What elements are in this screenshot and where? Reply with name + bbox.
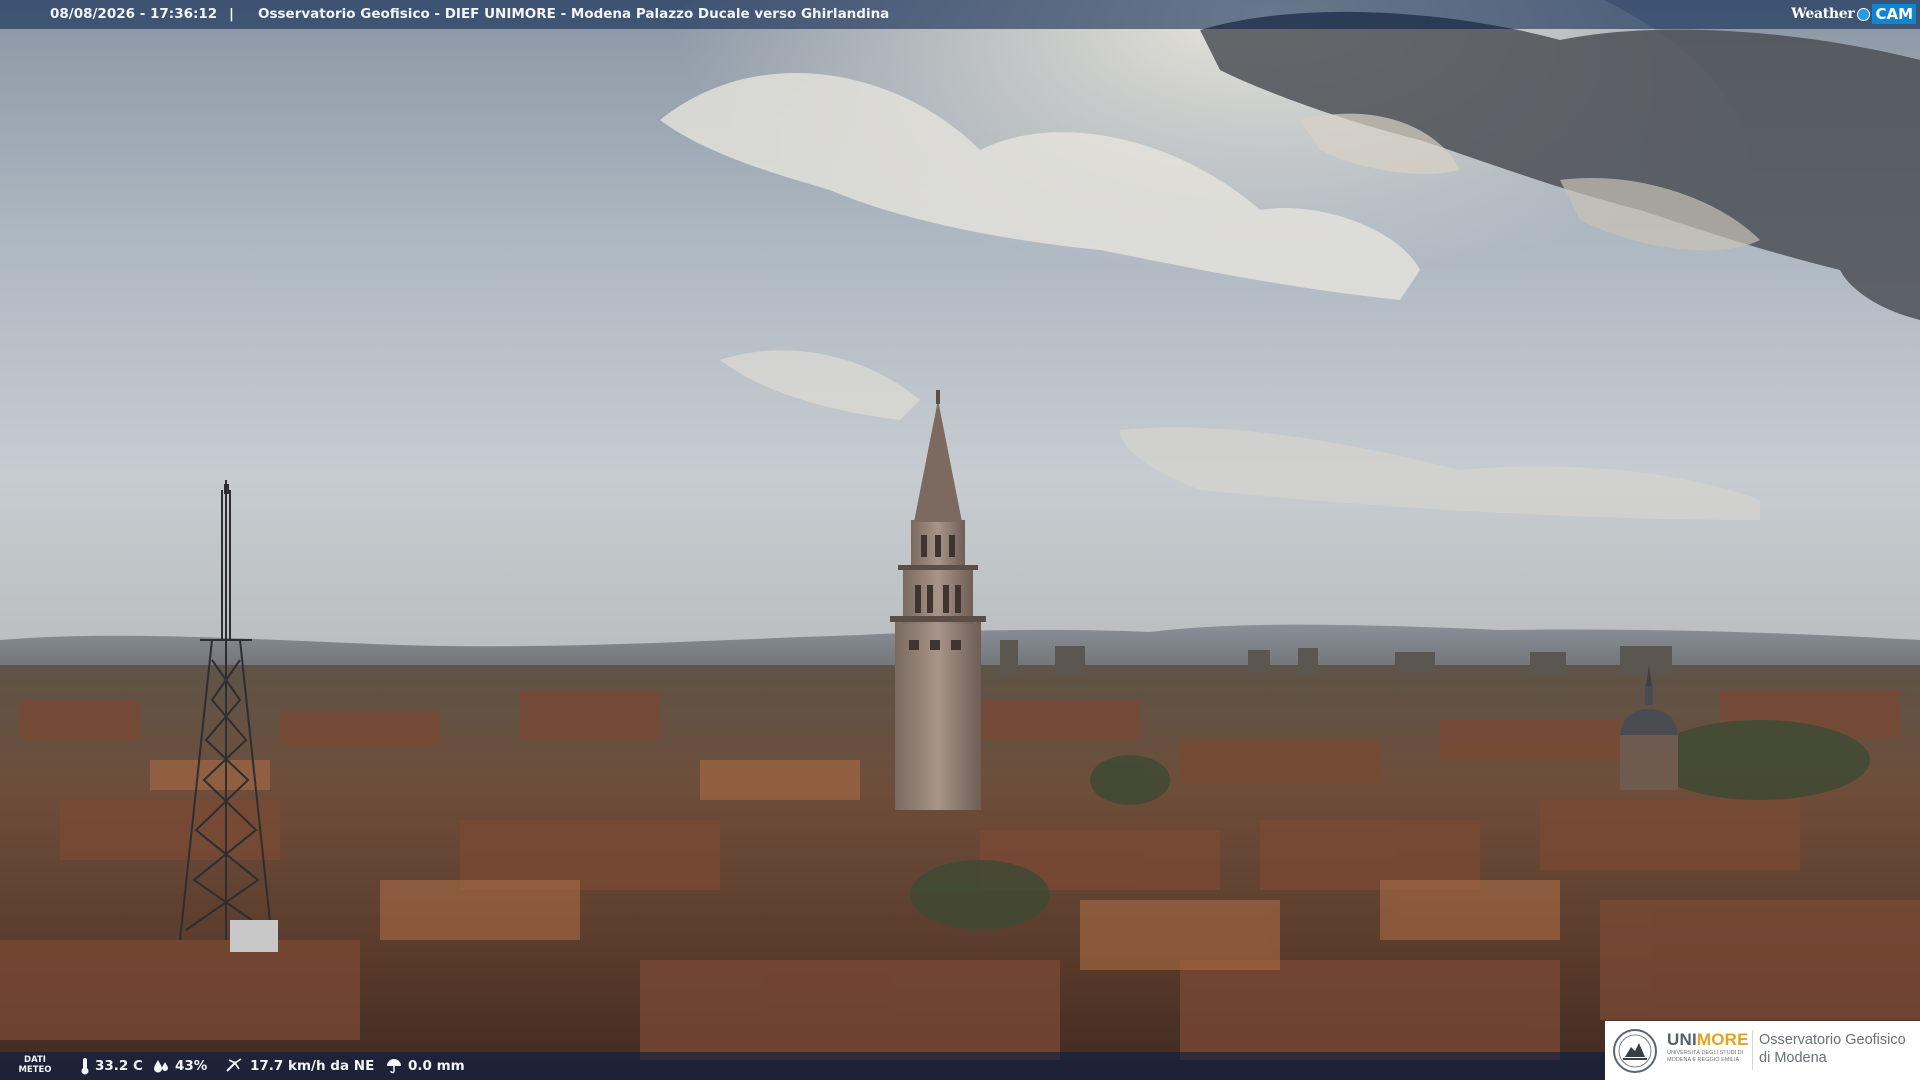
unimore-observatory-logo: UNIMORE UNIVERSITÀ DEGLI STUDI DI MODENA… (1605, 1021, 1920, 1080)
rain-reading: 0.0 mm (385, 1052, 465, 1080)
observatory-name-line1: Osservatorio Geofisico (1759, 1032, 1906, 1048)
weathercam-logo: Weather CAM (1791, 3, 1916, 25)
unimore-wordmark: UNIMORE (1667, 1030, 1749, 1050)
unimore-wordmark-more: MORE (1696, 1030, 1749, 1049)
dati-label-line1: DATI (24, 1055, 46, 1065)
observatory-name-line2: di Modena (1759, 1050, 1827, 1066)
timestamp: 08/08/2026 - 17:36:12 (50, 6, 218, 22)
camera-caption: Osservatorio Geofisico - DIEF UNIMORE - … (258, 6, 890, 22)
wind-value: 17.7 km/h da NE (250, 1058, 375, 1074)
wind-reading: 17.7 km/h da NE (225, 1052, 374, 1080)
webcam-photo-modena-skyline (0, 0, 1920, 1080)
rain-umbrella-icon (387, 1059, 401, 1074)
university-seal-icon (1613, 1029, 1657, 1073)
weathercam-logo-dot (1857, 7, 1871, 21)
humidity-value: 43% (175, 1058, 208, 1074)
weathercam-logo-text: Weather (1791, 5, 1855, 22)
temperature-value: 33.2 C (95, 1058, 143, 1074)
unimore-wordmark-uni: UNI (1667, 1030, 1697, 1049)
header-overlay-bar: 08/08/2026 - 17:36:12 | Osservatorio Geo… (0, 0, 1920, 29)
rain-value: 0.0 mm (408, 1058, 465, 1074)
wind-icon (226, 1058, 242, 1072)
unimore-subtitle: UNIVERSITÀ DEGLI STUDI DI MODENA E REGGI… (1667, 1050, 1744, 1063)
dati-label-line2: METEO (18, 1065, 52, 1075)
weather-data-bar: DATI METEO 33.2 C 43% 17.7 km/h da NE 0.… (0, 1052, 1605, 1080)
thermometer-icon (81, 1058, 89, 1075)
logo-divider (1752, 1030, 1753, 1070)
humidity-drops-icon (154, 1060, 168, 1073)
weathercam-logo-cam: CAM (1872, 4, 1916, 24)
dati-meteo-label: DATI METEO (17, 1055, 53, 1075)
temperature-reading: 33.2 C (80, 1052, 143, 1080)
header-separator: | (229, 6, 234, 22)
humidity-reading: 43% (152, 1052, 207, 1080)
